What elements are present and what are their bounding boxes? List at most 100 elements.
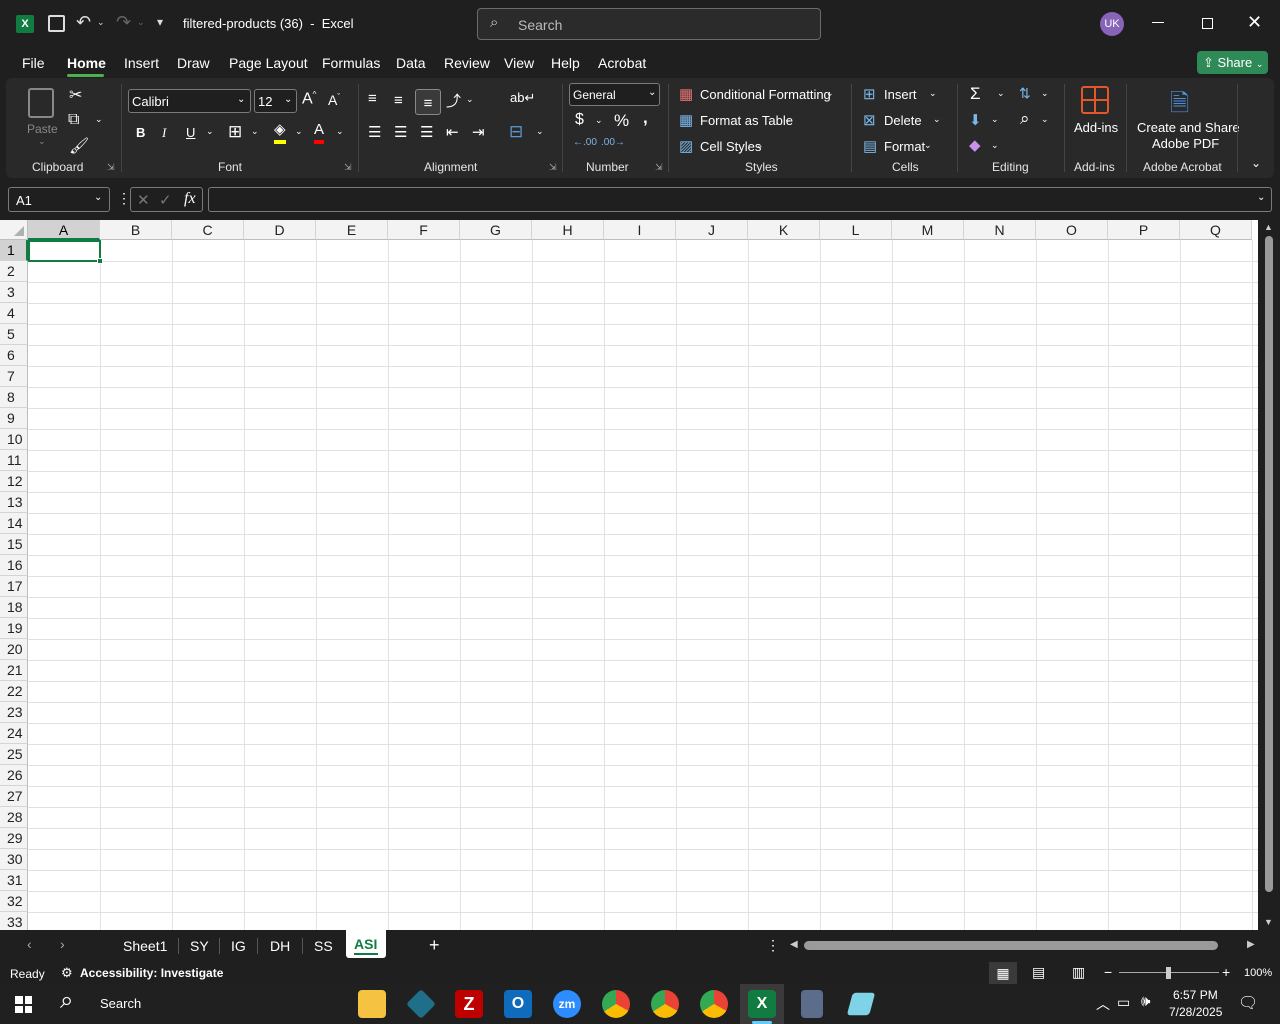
add-sheet-icon[interactable]: +	[429, 935, 440, 956]
row-header[interactable]: 27	[0, 786, 28, 807]
clipboard-launcher-icon[interactable]: ⇲	[107, 162, 115, 173]
find-select-icon[interactable]: ⌕	[1020, 109, 1030, 129]
delete-cells-dropdown-icon[interactable]: ⌄	[933, 114, 941, 125]
merge-dropdown-icon[interactable]: ⌄	[536, 126, 544, 137]
cell-styles-button[interactable]: Cell Styles	[700, 139, 761, 154]
row-header[interactable]: 33	[0, 912, 28, 930]
format-cells-dropdown-icon[interactable]: ⌄	[924, 140, 932, 151]
font-color-dropdown-icon[interactable]: ⌄	[336, 126, 344, 137]
row-header[interactable]: 7	[0, 366, 28, 387]
copy-dropdown-icon[interactable]: ⌄	[95, 114, 103, 125]
volume-icon[interactable]: 🕪	[1141, 993, 1150, 1010]
insert-cells-dropdown-icon[interactable]: ⌄	[929, 88, 937, 99]
cut-icon[interactable]: ✂	[69, 85, 82, 105]
tab-file[interactable]: File	[22, 55, 45, 71]
scroll-right-icon[interactable]: ▶	[1247, 939, 1255, 950]
sheet-tab[interactable]: SY	[190, 938, 209, 954]
redo-icon[interactable]: ↷	[116, 12, 131, 33]
paste-label[interactable]: Paste	[27, 122, 58, 136]
clear-dropdown-icon[interactable]: ⌄	[991, 140, 999, 151]
tab-review[interactable]: Review	[444, 55, 490, 71]
redo-dropdown-icon[interactable]: ⌄	[137, 17, 145, 28]
row-header[interactable]: 9	[0, 408, 28, 429]
orientation-icon[interactable]: ⤴	[446, 90, 461, 111]
scroll-down-icon[interactable]: ▼	[1264, 917, 1273, 927]
column-header[interactable]: O	[1036, 220, 1108, 240]
row-header[interactable]: 19	[0, 618, 28, 639]
format-cells-button[interactable]: Format	[884, 139, 925, 154]
addins-icon[interactable]	[1081, 86, 1109, 114]
tab-draw[interactable]: Draw	[177, 55, 210, 71]
scroll-left-icon[interactable]: ◀	[790, 939, 798, 950]
create-share-line2[interactable]: Adobe PDF	[1152, 136, 1219, 151]
format-cells-icon[interactable]: ▤	[863, 137, 877, 155]
column-header[interactable]: G	[460, 220, 532, 240]
conditional-formatting-icon[interactable]: ▦	[679, 85, 693, 103]
borders-dropdown-icon[interactable]: ⌄	[251, 126, 259, 137]
align-bottom-button[interactable]: ≡	[415, 89, 441, 115]
app-icon[interactable]	[406, 989, 436, 1019]
vertical-scroll-thumb[interactable]	[1265, 236, 1273, 892]
column-header[interactable]: I	[604, 220, 676, 240]
customize-qat-icon[interactable]: ▾	[157, 15, 163, 29]
decrease-indent-icon[interactable]: ⇤	[446, 123, 459, 141]
taskbar-search-icon[interactable]: ⌕	[60, 987, 73, 1015]
undo-icon[interactable]: ↶	[76, 12, 91, 33]
fill-handle[interactable]	[97, 258, 103, 264]
font-color-icon[interactable]: A	[314, 122, 325, 144]
underline-icon[interactable]: U	[186, 125, 195, 140]
column-header[interactable]: B	[100, 220, 172, 240]
search-box[interactable]: ⌕ Search	[477, 8, 821, 40]
increase-decimal-icon[interactable]: ←.00	[573, 137, 597, 148]
sheet-tab[interactable]: IG	[231, 938, 246, 954]
delete-cells-button[interactable]: Delete	[884, 113, 922, 128]
column-header[interactable]: K	[748, 220, 820, 240]
zoom-slider-thumb[interactable]	[1166, 967, 1171, 979]
row-header[interactable]: 18	[0, 597, 28, 618]
increase-indent-icon[interactable]: ⇥	[472, 123, 485, 141]
zoom-out-icon[interactable]: −	[1104, 964, 1112, 980]
format-as-table-dropdown-icon[interactable]: ⌄	[784, 114, 792, 125]
taskbar-search-label[interactable]: Search	[100, 996, 141, 1011]
column-header[interactable]: H	[532, 220, 604, 240]
network-icon[interactable]: ▭	[1117, 994, 1130, 1011]
tab-insert[interactable]: Insert	[124, 55, 159, 71]
underline-dropdown-icon[interactable]: ⌄	[206, 126, 214, 137]
tab-view[interactable]: View	[504, 55, 534, 71]
italic-icon[interactable]: I	[162, 125, 166, 141]
font-name-select[interactable]: Calibri ⌄	[128, 89, 251, 113]
share-button[interactable]: ⇪ Share ⌄	[1197, 51, 1268, 74]
horizontal-scroll-thumb[interactable]	[804, 941, 1218, 950]
autosum-dropdown-icon[interactable]: ⌄	[997, 88, 1005, 99]
enter-icon[interactable]: ✓	[159, 191, 172, 209]
active-sheet-tab[interactable]: ASI	[346, 930, 386, 958]
tab-acrobat[interactable]: Acrobat	[598, 55, 646, 71]
addins-button[interactable]: Add-ins	[1074, 120, 1118, 135]
row-header[interactable]: 21	[0, 660, 28, 681]
orientation-dropdown-icon[interactable]: ⌄	[466, 94, 474, 105]
vertical-scrollbar[interactable]: ▲ ▼	[1258, 220, 1280, 930]
tab-page-layout[interactable]: Page Layout	[229, 55, 308, 71]
copy-icon[interactable]: ⧉	[68, 111, 79, 129]
row-header[interactable]: 25	[0, 744, 28, 765]
insert-cells-button[interactable]: Insert	[884, 87, 917, 102]
insert-function-icon[interactable]: fx	[184, 190, 196, 208]
insert-cells-icon[interactable]: ⊞	[863, 85, 876, 103]
more-options-icon[interactable]: ⋮	[117, 190, 131, 207]
clock-date[interactable]: 7/28/2025	[1169, 1005, 1222, 1019]
autosum-icon[interactable]: Σ	[970, 84, 981, 104]
paste-icon[interactable]	[28, 88, 54, 118]
page-layout-view-icon[interactable]: ▤	[1032, 964, 1045, 981]
align-middle-icon[interactable]: ≡	[394, 92, 403, 109]
row-header[interactable]: 20	[0, 639, 28, 660]
cell-styles-icon[interactable]: ▨	[679, 137, 693, 155]
wrap-text-icon[interactable]: ab↵	[510, 90, 535, 106]
row-header[interactable]: 32	[0, 891, 28, 912]
column-header[interactable]: M	[892, 220, 964, 240]
row-header[interactable]: 14	[0, 513, 28, 534]
column-header[interactable]: N	[964, 220, 1036, 240]
clock-time[interactable]: 6:57 PM	[1173, 988, 1218, 1002]
close-button[interactable]: ✕	[1247, 12, 1262, 33]
font-size-select[interactable]: 12 ⌄	[254, 89, 297, 113]
chrome-icon[interactable]	[651, 990, 679, 1018]
